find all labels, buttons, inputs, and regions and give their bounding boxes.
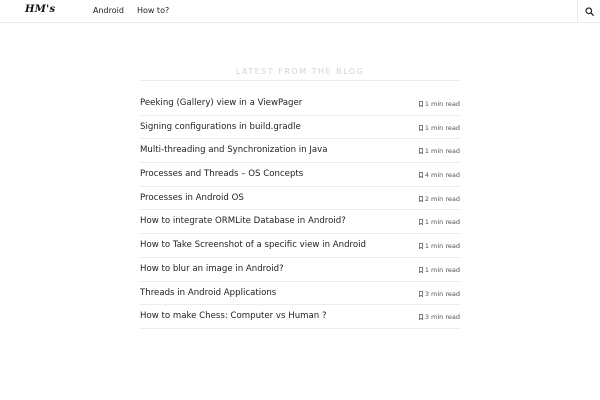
read-time: 1 min read <box>424 242 460 251</box>
post-meta: 2 min read <box>418 194 460 203</box>
bookmark-icon <box>418 172 423 179</box>
post-meta: 1 min read <box>418 218 460 227</box>
post-item[interactable]: How to make Chess: Computer vs Human ? 3… <box>140 305 460 329</box>
post-meta: 1 min read <box>418 100 460 108</box>
read-time: 2 min read <box>424 194 460 203</box>
post-item[interactable]: How to integrate ORMLite Database in And… <box>140 210 460 235</box>
post-meta: 1 min read <box>418 265 460 274</box>
bookmark-icon <box>418 101 423 107</box>
post-item[interactable]: Multi-threading and Synchronization in J… <box>140 139 460 164</box>
bookmark-icon <box>418 124 423 131</box>
post-meta: 3 min read <box>418 313 460 322</box>
post-item[interactable]: How to Take Screenshot of a specific vie… <box>140 234 460 258</box>
post-title[interactable]: Processes in Android OS <box>140 193 244 203</box>
post-title[interactable]: Signing configurations in build.gradle <box>140 122 301 132</box>
post-meta: 1 min read <box>418 123 460 132</box>
post-title[interactable]: Multi-threading and Synchronization in J… <box>140 145 327 155</box>
read-time: 3 min read <box>424 313 460 322</box>
bookmark-icon <box>418 243 423 250</box>
post-meta: 1 min read <box>418 242 460 251</box>
post-title[interactable]: How to integrate ORMLite Database in And… <box>140 216 346 226</box>
post-title[interactable]: Processes and Threads – OS Concepts <box>140 169 303 179</box>
bookmark-icon <box>418 314 423 321</box>
read-time: 1 min read <box>424 265 460 274</box>
bookmark-icon <box>418 148 423 155</box>
post-item[interactable]: Processes in Android OS 2 min read <box>140 187 460 211</box>
read-time: 1 min read <box>424 100 460 108</box>
section-divider <box>140 80 460 81</box>
post-item[interactable]: Processes and Threads – OS Concepts 4 mi… <box>140 163 460 187</box>
post-meta: 4 min read <box>418 171 460 180</box>
read-time: 3 min read <box>424 289 460 298</box>
post-title[interactable]: How to blur an image in Android? <box>140 264 284 274</box>
read-time: 4 min read <box>424 171 460 180</box>
post-title[interactable]: Threads in Android Applications <box>140 288 276 298</box>
read-time: 1 min read <box>424 218 460 227</box>
post-item[interactable]: Peeking (Gallery) view in a ViewPager 1 … <box>140 92 460 116</box>
search-button[interactable] <box>577 0 600 22</box>
read-time: 1 min read <box>424 147 460 156</box>
top-navigation-bar: HM's Android How to? <box>0 0 600 23</box>
nav-item-how-to[interactable]: How to? <box>137 6 169 15</box>
post-meta: 1 min read <box>418 147 460 156</box>
site-logo[interactable]: HM's <box>25 4 55 15</box>
read-time: 1 min read <box>424 123 460 132</box>
bookmark-icon <box>418 219 423 226</box>
bookmark-icon <box>418 266 423 273</box>
post-item[interactable]: Threads in Android Applications 3 min re… <box>140 282 460 306</box>
bookmark-icon <box>418 290 423 297</box>
post-title[interactable]: Peeking (Gallery) view in a ViewPager <box>140 98 302 108</box>
post-meta: 3 min read <box>418 289 460 298</box>
post-title[interactable]: How to make Chess: Computer vs Human ? <box>140 311 327 321</box>
post-item[interactable]: How to blur an image in Android? 1 min r… <box>140 258 460 282</box>
section-title: LATEST FROM THE BLOG <box>235 67 365 76</box>
bookmark-icon <box>418 195 423 202</box>
post-item[interactable]: Signing configurations in build.gradle 1… <box>140 116 460 140</box>
search-icon <box>584 6 594 16</box>
main-nav: Android How to? <box>93 6 169 15</box>
nav-item-android[interactable]: Android <box>93 6 124 15</box>
post-list: Peeking (Gallery) view in a ViewPager 1 … <box>140 92 460 329</box>
post-title[interactable]: How to Take Screenshot of a specific vie… <box>140 240 366 250</box>
